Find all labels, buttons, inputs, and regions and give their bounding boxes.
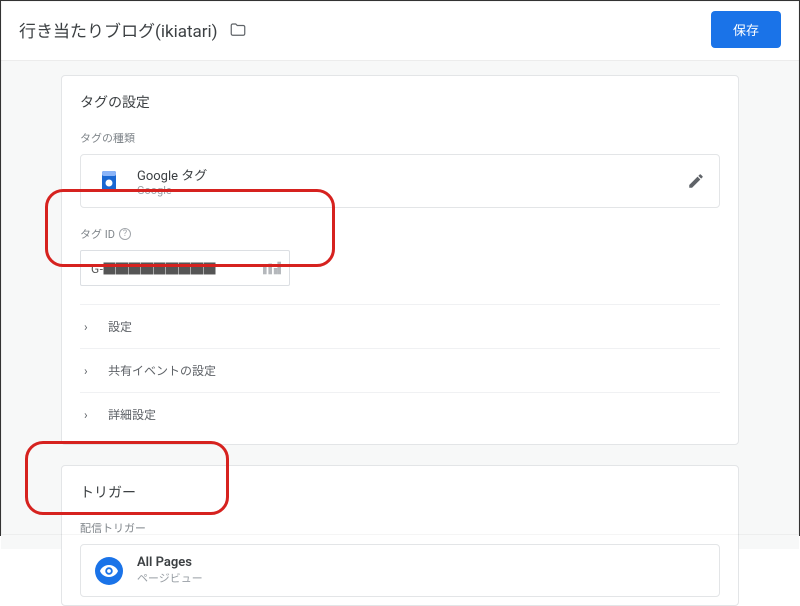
trigger-name: All Pages (137, 555, 203, 570)
tag-id-field[interactable]: G-█████████ (80, 250, 290, 286)
trigger-text: All Pages ページビュー (137, 555, 203, 586)
tag-id-picker-icon[interactable] (255, 261, 289, 275)
trigger-subtitle: ページビュー (137, 570, 203, 586)
collapse-shared-events[interactable]: › 共有イベントの設定 (80, 348, 720, 392)
page-title: 行き当たりブログ(ikiatari) (19, 17, 248, 42)
tag-type-label: タグの種類 (80, 130, 720, 146)
chevron-right-icon: › (84, 364, 94, 378)
collapse-label: 詳細設定 (108, 406, 156, 423)
tag-settings-title: タグの設定 (80, 92, 720, 112)
header: 行き当たりブログ(ikiatari) 保存 (1, 1, 799, 61)
workspace-title-text: 行き当たりブログ(ikiatari) (19, 17, 218, 42)
google-tag-icon (95, 167, 123, 195)
collapse-label: 共有イベントの設定 (108, 362, 216, 379)
collapse-advanced[interactable]: › 詳細設定 (80, 392, 720, 436)
tag-id-label: タグ ID ? (80, 226, 720, 242)
tag-type-name: Google タグ (137, 165, 207, 184)
tag-type-text: Google タグ Google (137, 165, 207, 197)
triggers-title: トリガー (80, 482, 720, 502)
trigger-row-all-pages[interactable]: All Pages ページビュー (80, 544, 720, 597)
page-body: タグの設定 タグの種類 Google タグ Google (1, 61, 799, 549)
chevron-right-icon: › (84, 408, 94, 422)
tag-id-value: G-█████████ (91, 260, 255, 277)
trigger-pageview-icon (95, 557, 123, 585)
collapse-settings[interactable]: › 設定 (80, 304, 720, 348)
edit-pencil-icon[interactable] (687, 172, 705, 190)
triggers-section-label: 配信トリガー (80, 520, 720, 536)
tag-settings-card: タグの設定 タグの種類 Google タグ Google (61, 75, 739, 445)
tag-type-row[interactable]: Google タグ Google (80, 154, 720, 208)
collapse-label: 設定 (108, 318, 132, 335)
folder-icon[interactable] (228, 21, 248, 39)
chevron-right-icon: › (84, 320, 94, 334)
tag-type-provider: Google (137, 184, 207, 197)
save-button[interactable]: 保存 (711, 11, 781, 48)
help-icon[interactable]: ? (119, 228, 131, 240)
